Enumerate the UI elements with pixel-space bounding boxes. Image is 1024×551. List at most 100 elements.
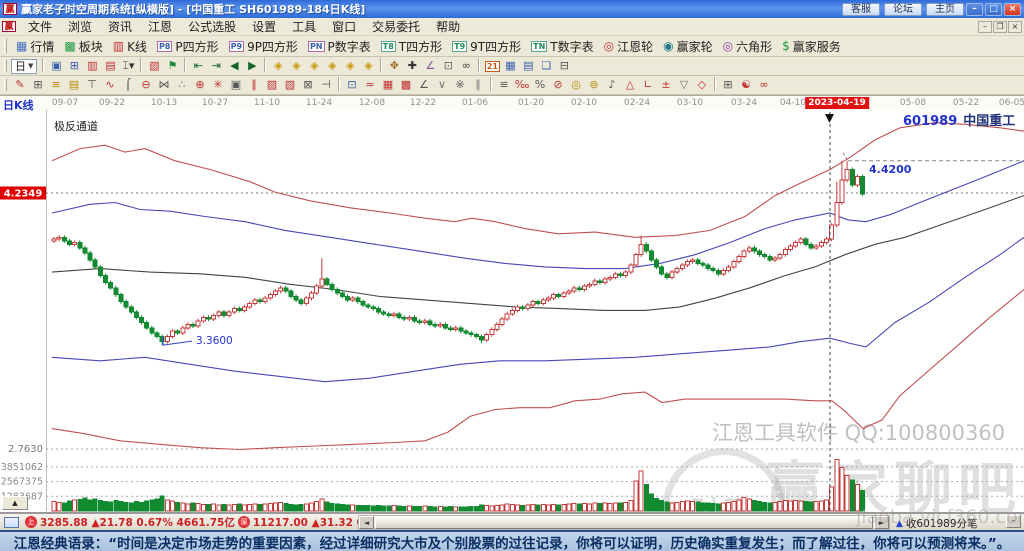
fan-tool-icon[interactable]: ≈ [361,77,379,93]
minimize-button[interactable]: – [966,3,983,16]
toolbar-t-square[interactable]: T8 T四方形 [376,37,447,56]
toolbar-sectors[interactable]: ▩ 板块 [59,37,107,56]
triangle-tool-icon[interactable]: △ [621,77,639,93]
grid2-tool-icon[interactable]: ⊠ [299,77,317,93]
box-tool-icon[interactable]: ▣ [227,77,245,93]
tower-tool-icon[interactable]: ▨ [263,77,281,93]
measure-tool-icon[interactable]: ∠ [421,58,439,74]
quote-board-icon[interactable] [4,517,19,528]
arc-tool-icon[interactable]: ∿ [101,77,119,93]
toolbar-quotes[interactable]: ▦ 行情 [11,37,59,56]
menu-item[interactable]: 帮助 [428,17,468,36]
calendar-21-icon[interactable]: 21 [483,58,501,74]
dots-tool-icon[interactable]: ∴ [173,77,191,93]
pen-tool-icon[interactable]: ✎ [11,77,29,93]
diamond-vexpand-icon[interactable]: ◈ [341,58,359,74]
diamond-expand-icon[interactable]: ◈ [305,58,323,74]
diamond-center-icon[interactable]: ◈ [323,58,341,74]
mdi-minimize-button[interactable]: – [978,21,992,33]
tower2-tool-icon[interactable]: ▧ [281,77,299,93]
tri-down-tool-icon[interactable]: ▽ [675,77,693,93]
last-bar-icon[interactable]: ⇥ [207,58,225,74]
toolbar-kline[interactable]: ▥ K线 [108,37,152,56]
overlay-icon[interactable]: ▧ [145,58,163,74]
volume-pane-toggle-button[interactable]: ▲ [2,496,28,510]
horizontal-scrollbar[interactable]: ◄ ► [358,515,890,530]
infinity-tool-icon[interactable]: ∞ [755,77,773,93]
toolbar-winner-service[interactable]: $ 赢家服务 [777,37,846,56]
percent-line-tool-icon[interactable]: ⊘ [549,77,567,93]
target-tool-icon[interactable]: ⊕ [191,77,209,93]
diamond-vshrink-icon[interactable]: ◈ [359,58,377,74]
scroll-right-button[interactable]: ► [874,516,889,529]
percent-tool-icon[interactable]: % [531,77,549,93]
star-tool-icon[interactable]: ✳ [209,77,227,93]
pattern2-tool-icon[interactable]: ▩ [397,77,415,93]
diamond-nav-left-icon[interactable]: ◈ [269,58,287,74]
titlebar-link-button[interactable]: 论坛 [884,3,922,16]
binoculars-icon[interactable]: ∞ [457,58,475,74]
calculator-icon[interactable]: ▦ [501,58,519,74]
signal-flag-icon[interactable]: ⚑ [163,58,181,74]
menu-item[interactable]: 资讯 [100,17,140,36]
plusminus-tool-icon[interactable]: ± [657,77,675,93]
titlebar-link-button[interactable]: 主页 [926,3,964,16]
menu-item[interactable]: 浏览 [60,17,100,36]
final-grid-tool-icon[interactable]: ⊞ [719,77,737,93]
hand-tool-icon[interactable]: ✥ [385,58,403,74]
menu-item[interactable]: 公式选股 [180,17,244,36]
toolbar-p-table[interactable]: PN P数字表 [303,37,376,56]
toolbar-gann-wheel[interactable]: ◎ 江恩轮 [599,37,659,56]
toolbar-9p-square[interactable]: P9 9P四方形 [224,37,303,56]
circle-tool-icon[interactable]: ⊖ [137,77,155,93]
gold-circle2-tool-icon[interactable]: ⊚ [585,77,603,93]
angle-tool-icon[interactable]: ∠ [415,77,433,93]
toolbar-t-table[interactable]: TN T数字表 [526,37,599,56]
pattern-box-icon[interactable]: ⊡ [439,58,457,74]
period-dropdown[interactable]: 日 ▼ [11,59,37,74]
toolbar-p-square[interactable]: P8 P四方形 [152,37,224,56]
first-bar-icon[interactable]: ⇤ [189,58,207,74]
save-icon[interactable]: ❏ [537,58,555,74]
maximize-button[interactable]: □ [985,3,1002,16]
toolbar-winner-wheel[interactable]: ◉ 赢家轮 [658,37,718,56]
wave-tool-icon[interactable]: ∨ [433,77,451,93]
spiral-tool-icon[interactable]: ⌠ [119,77,137,93]
gold-circle-tool-icon[interactable]: ◎ [567,77,585,93]
bowtie-tool-icon[interactable]: ⋈ [155,77,173,93]
toolbar-9t-square[interactable]: T9 9T四方形 [447,37,526,56]
close-button[interactable]: × [1004,3,1021,16]
frame-tool-icon[interactable]: ⊡ [343,77,361,93]
menu-item[interactable]: 工具 [284,17,324,36]
level-tool-icon[interactable]: ⊤ [83,77,101,93]
ref-mark-tool-icon[interactable]: ※ [451,77,469,93]
next-bar-icon[interactable]: ▶ [243,58,261,74]
scrollbar-thumb[interactable] [375,516,873,529]
diamond-nav-right-icon[interactable]: ◈ [287,58,305,74]
menu-item[interactable]: 文件 [20,17,60,36]
mdi-close-button[interactable]: × [1008,21,1022,33]
diamond-tool-icon[interactable]: ◇ [693,77,711,93]
right-angle-tool-icon[interactable]: ∟ [639,77,657,93]
quote-board-icon[interactable]: ⊞ [65,58,83,74]
menu-item[interactable]: 江恩 [140,17,180,36]
gann-square-tool-icon[interactable]: ⊞ [29,77,47,93]
menu-item[interactable]: 窗口 [324,17,364,36]
note-tool-icon[interactable]: ♪ [603,77,621,93]
window-layout-icon[interactable]: ▣ [47,58,65,74]
gold-grid-tool-icon[interactable]: ▤ [65,77,83,93]
pane-collapse-button[interactable]: – [1006,515,1021,528]
menu-item[interactable]: 设置 [244,17,284,36]
lines-tool-icon[interactable]: ∥ [469,77,487,93]
kline-red-icon[interactable]: ▥ [83,58,101,74]
congruence-tool-icon[interactable]: ≌ [495,77,513,93]
permille-tool-icon[interactable]: ‰ [513,77,531,93]
report-icon[interactable]: ▤ [519,58,537,74]
pattern-tool-icon[interactable]: ▦ [379,77,397,93]
scroll-left-button[interactable]: ◄ [359,516,374,529]
mdi-restore-button[interactable]: ❐ [993,21,1007,33]
toolbar-hexagon[interactable]: ◎ 六角形 [718,37,778,56]
menu-item[interactable]: 交易委托 [364,17,428,36]
parallel-tool-icon[interactable]: ∥ [245,77,263,93]
candle-style-dropdown[interactable]: ⌶▾ [119,58,137,74]
